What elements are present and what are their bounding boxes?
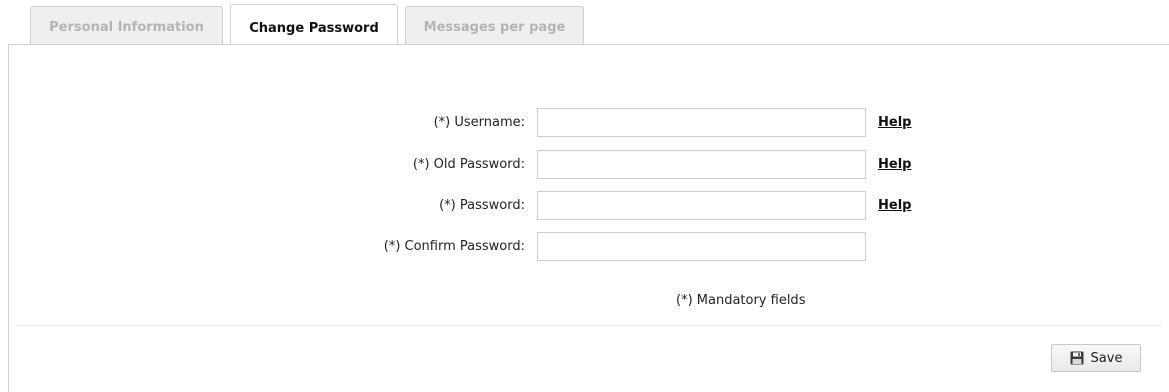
password-input[interactable] — [537, 191, 866, 220]
password-row: (*) Password: Help — [0, 191, 1169, 221]
password-label: (*) Password: — [439, 198, 525, 213]
tab-change-password[interactable]: Change Password — [230, 4, 398, 45]
divider — [16, 325, 1161, 326]
confirm-password-row: (*) Confirm Password: — [0, 232, 1169, 262]
save-button[interactable]: Save — [1051, 344, 1141, 372]
old-password-label: (*) Old Password: — [412, 157, 525, 172]
tab-personal-information[interactable]: Personal Information — [30, 6, 223, 44]
username-row: (*) Username: Help — [0, 108, 1169, 138]
save-button-label: Save — [1090, 350, 1123, 366]
mandatory-fields-note: (*) Mandatory fields — [676, 293, 806, 308]
confirm-password-input[interactable] — [537, 232, 866, 261]
old-password-input[interactable] — [537, 150, 866, 179]
old-password-help-link[interactable]: Help — [878, 150, 911, 180]
username-help-link[interactable]: Help — [878, 108, 911, 138]
password-help-link[interactable]: Help — [878, 191, 911, 221]
floppy-disk-icon — [1070, 351, 1084, 365]
username-label: (*) Username: — [433, 115, 525, 130]
old-password-row: (*) Old Password: Help — [0, 150, 1169, 180]
username-input[interactable] — [537, 108, 866, 137]
tab-messages-per-page[interactable]: Messages per page — [405, 6, 584, 44]
confirm-password-label: (*) Confirm Password: — [383, 239, 525, 254]
